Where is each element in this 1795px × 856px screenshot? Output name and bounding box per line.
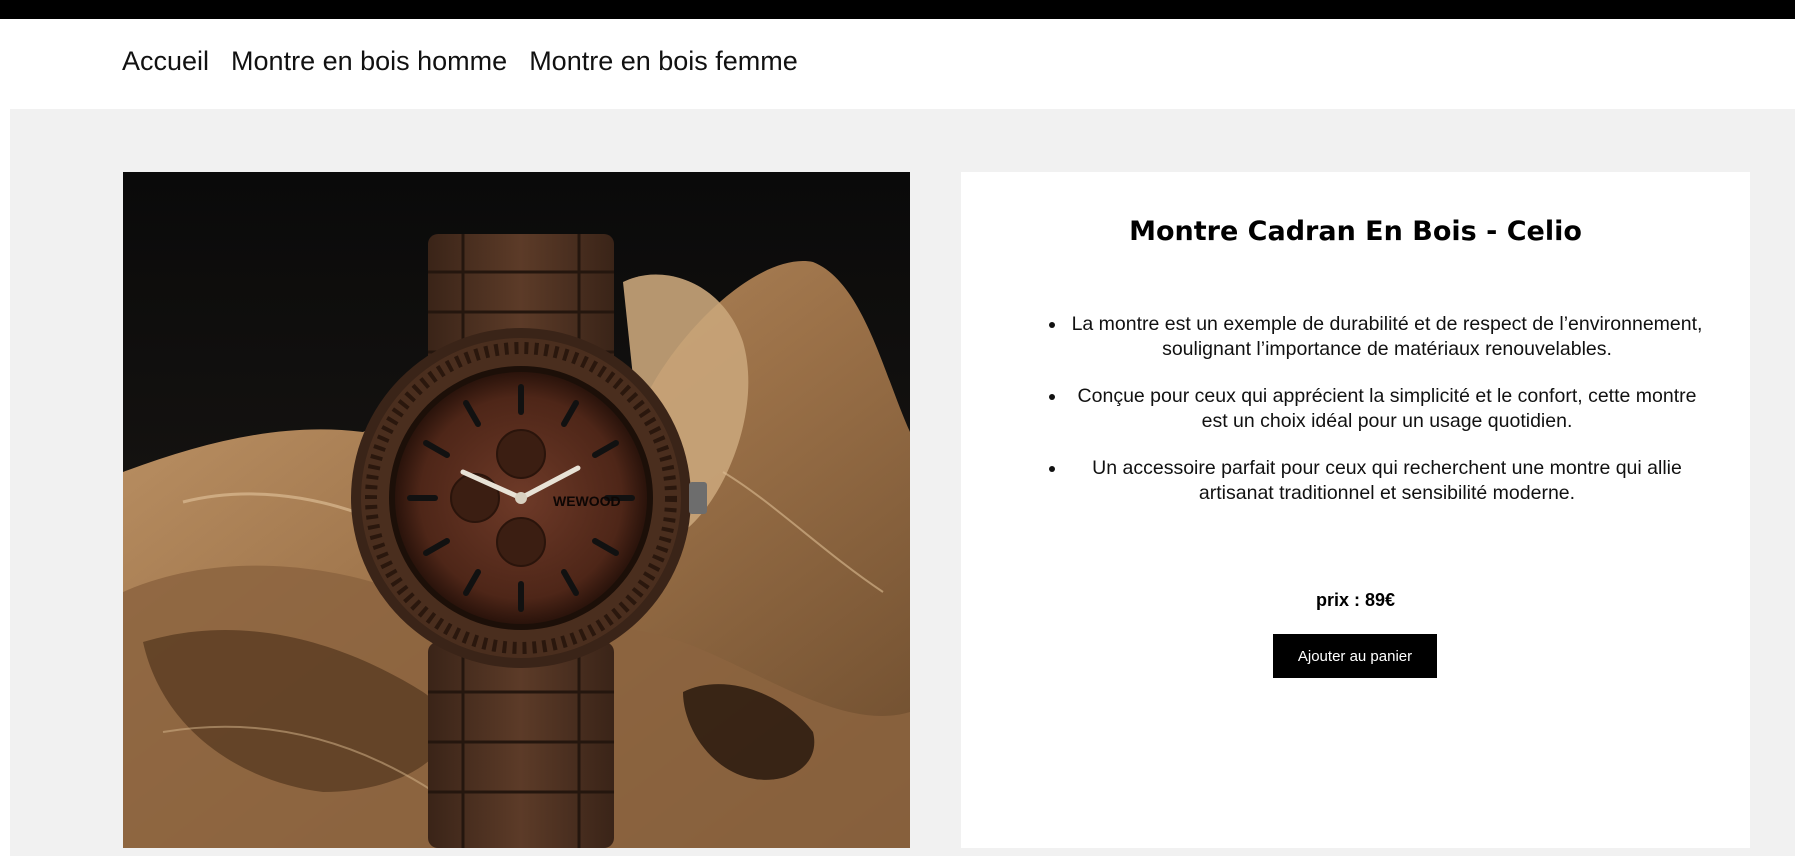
main-nav: Accueil Montre en bois homme Montre en b… bbox=[122, 46, 798, 77]
nav-item-montre-femme[interactable]: Montre en bois femme bbox=[529, 46, 798, 77]
product-info-card: Montre Cadran En Bois - Celio La montre … bbox=[961, 172, 1750, 848]
add-to-cart-button[interactable]: Ajouter au panier bbox=[1273, 634, 1437, 678]
product-title: Montre Cadran En Bois - Celio bbox=[1129, 216, 1582, 247]
watch-brand-text: WEWOOD bbox=[553, 493, 621, 509]
nav-item-accueil[interactable]: Accueil bbox=[122, 46, 209, 77]
product-features-list: La montre est un exemple de durabilité e… bbox=[1045, 312, 1707, 528]
product-price: prix : 89€ bbox=[1315, 590, 1396, 610]
product-feature-item: Un accessoire parfait pour ceux qui rech… bbox=[1067, 456, 1707, 506]
top-bar bbox=[0, 0, 1795, 19]
nav-item-montre-homme[interactable]: Montre en bois homme bbox=[231, 46, 507, 77]
product-feature-item: La montre est un exemple de durabilité e… bbox=[1067, 312, 1707, 362]
product-image: WEWOOD bbox=[123, 172, 910, 848]
product-feature-item: Conçue pour ceux qui apprécient la simpl… bbox=[1067, 384, 1707, 434]
